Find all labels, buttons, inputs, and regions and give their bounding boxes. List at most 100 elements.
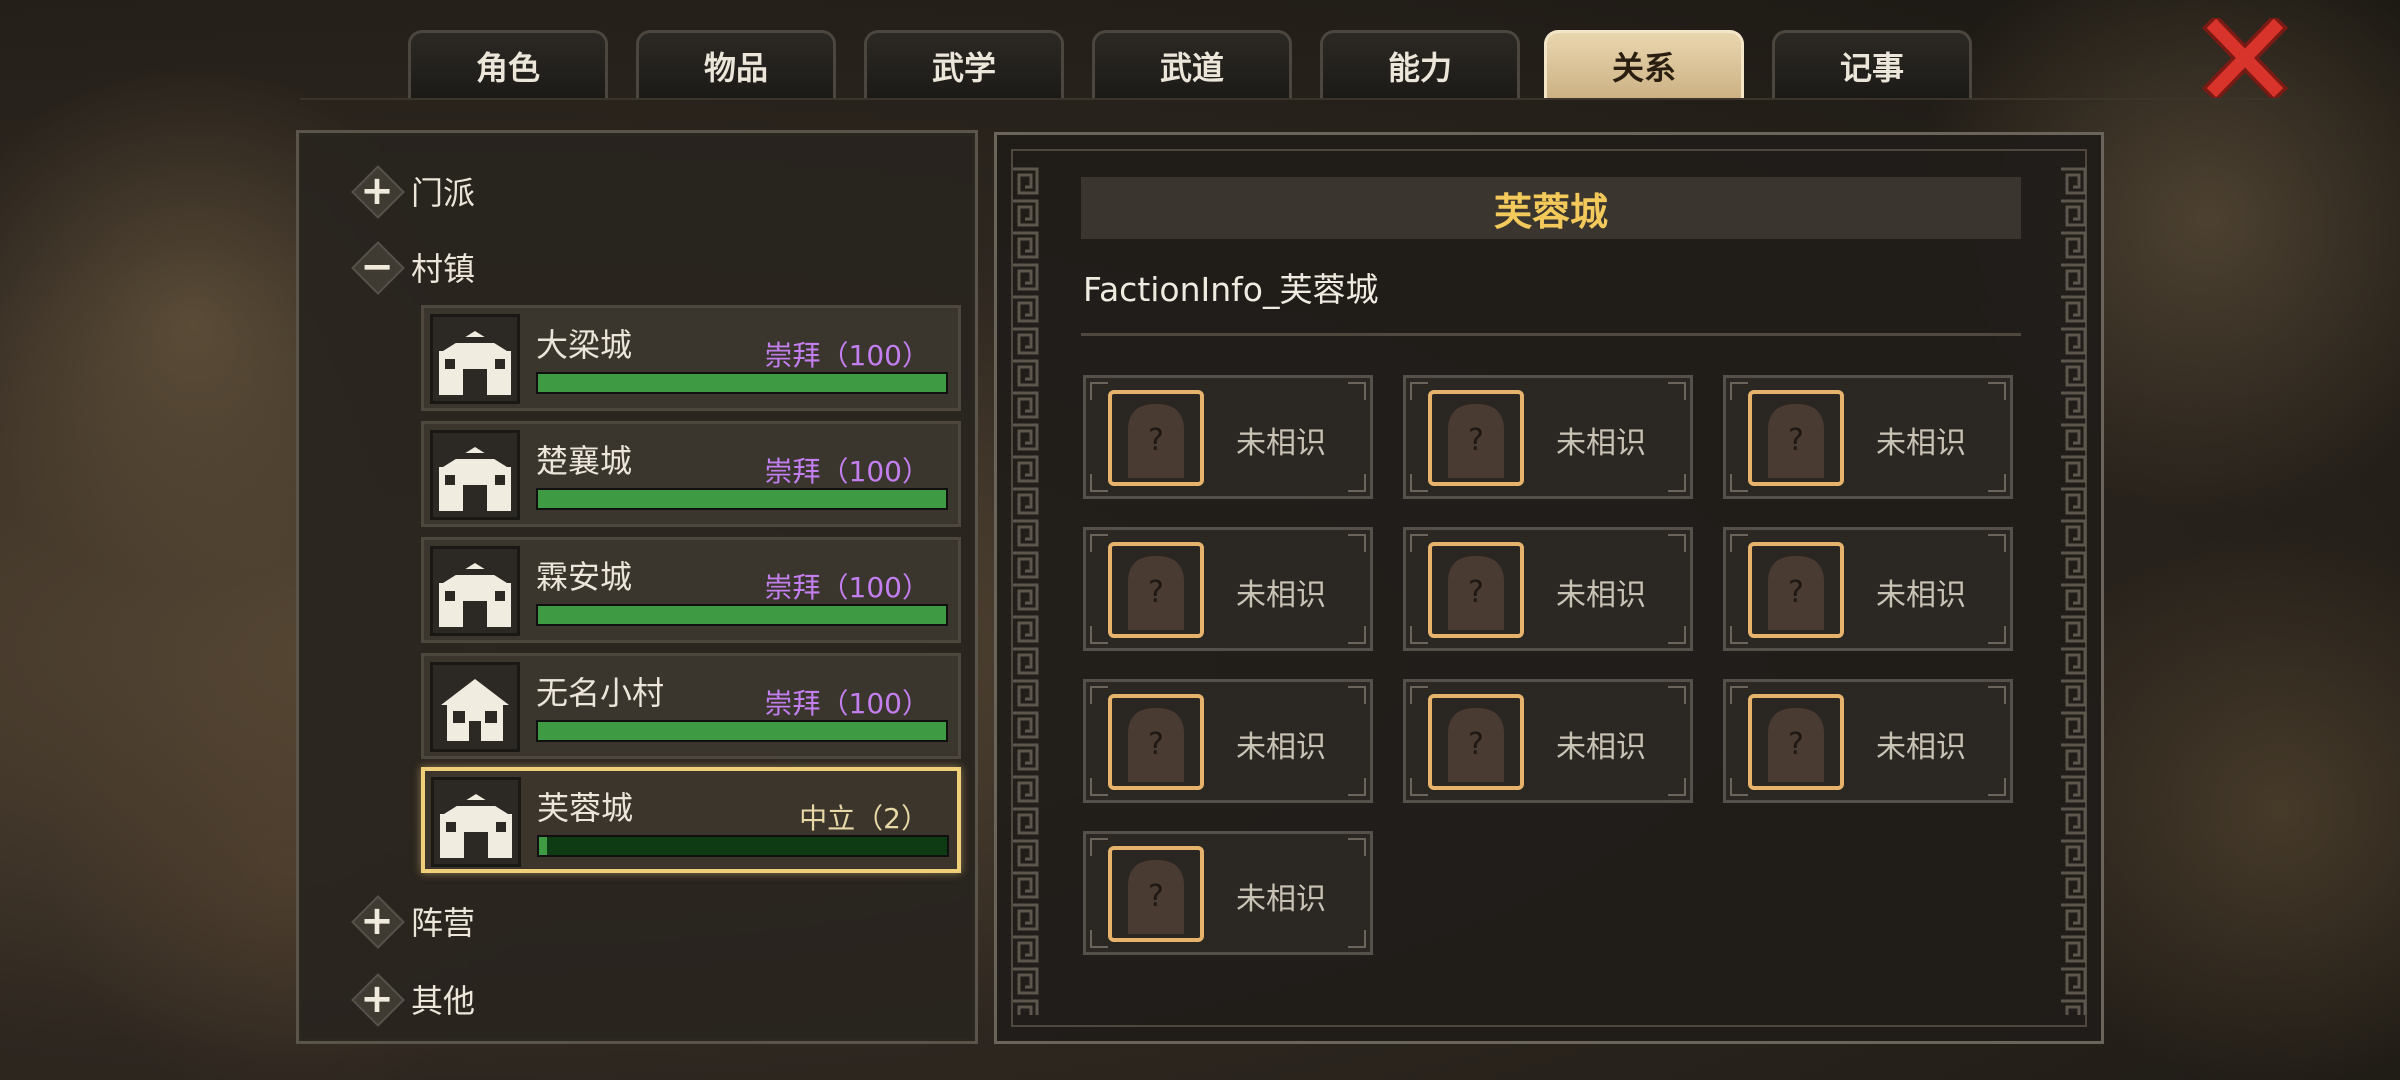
town-gate-icon (431, 777, 521, 867)
svg-text:?: ? (1788, 727, 1804, 762)
town-gate-icon (430, 314, 520, 404)
tab-bar-underline (300, 98, 2280, 100)
town-name: 大梁城 (536, 326, 633, 364)
member-status-label: 未相识 (1556, 578, 1646, 613)
member-status-label: 未相识 (1876, 730, 1966, 765)
card-corner (1348, 930, 1366, 948)
member-status-label: 未相识 (1236, 426, 1326, 461)
town-item-daliang[interactable]: 大梁城 崇拜（100） (421, 305, 961, 411)
category-others[interactable]: + 其他 (349, 969, 475, 1029)
town-name: 芙蓉城 (537, 789, 634, 827)
svg-text:?: ? (1148, 727, 1164, 762)
card-corner (1090, 382, 1108, 400)
category-sects[interactable]: + 门派 (349, 161, 475, 221)
close-icon (2201, 13, 2289, 103)
expand-icon: + (349, 971, 405, 1027)
member-card[interactable]: ? 未相识 (1403, 679, 1693, 803)
tab-character[interactable]: 角色 (408, 30, 608, 98)
member-status-label: 未相识 (1876, 578, 1966, 613)
card-corner (1348, 474, 1366, 492)
card-corner (1988, 474, 2006, 492)
member-card[interactable]: ? 未相识 (1403, 375, 1693, 499)
question-silhouette-icon: ? (1748, 390, 1844, 486)
divider (1081, 333, 2021, 336)
card-corner (1410, 474, 1428, 492)
card-corner (1988, 382, 2006, 400)
card-corner (1410, 778, 1428, 796)
faction-detail-panel: 芙蓉城 FactionInfo_芙蓉城 ? 未相识? 未相识? 未相识? 未相识? 未相识… (994, 132, 2104, 1044)
tab-martial-arts[interactable]: 武学 (864, 30, 1064, 98)
category-label: 其他 (411, 982, 476, 1020)
question-silhouette-icon: ? (1428, 694, 1524, 790)
faction-list-panel: + 门派 − 村镇 大梁城 崇拜（100） 楚襄城 崇拜（100） 霖安城 崇拜… (296, 130, 978, 1044)
card-corner (1410, 534, 1428, 552)
card-corner (1730, 626, 1748, 644)
svg-text:?: ? (1788, 575, 1804, 610)
card-corner (1090, 626, 1108, 644)
svg-text:?: ? (1788, 423, 1804, 458)
town-name: 无名小村 (536, 674, 665, 712)
member-card[interactable]: ? 未相识 (1723, 679, 2013, 803)
member-card[interactable]: ? 未相识 (1723, 375, 2013, 499)
town-item-nameless-village[interactable]: 无名小村 崇拜（100） (421, 653, 961, 759)
card-corner (1988, 686, 2006, 704)
collapse-icon: − (349, 239, 405, 295)
reputation-bar-fill (538, 490, 946, 508)
member-card[interactable]: ? 未相识 (1083, 375, 1373, 499)
tab-martial-way[interactable]: 武道 (1092, 30, 1292, 98)
member-card[interactable]: ? 未相识 (1403, 527, 1693, 651)
member-status-label: 未相识 (1556, 730, 1646, 765)
category-camps[interactable]: + 阵营 (349, 891, 475, 951)
card-corner (1348, 778, 1366, 796)
reputation-bar (536, 720, 948, 742)
tab-items[interactable]: 物品 (636, 30, 836, 98)
reputation-bar-fill (538, 606, 946, 624)
card-corner (1668, 686, 1686, 704)
member-card[interactable]: ? 未相识 (1723, 527, 2013, 651)
svg-text:?: ? (1468, 575, 1484, 610)
card-corner (1090, 778, 1108, 796)
reputation-bar-fill (538, 374, 946, 392)
card-corner (1730, 778, 1748, 796)
tab-abilities[interactable]: 能力 (1320, 30, 1520, 98)
reputation-status: 崇拜（100） (764, 571, 930, 604)
member-card[interactable]: ? 未相识 (1083, 831, 1373, 955)
reputation-bar (537, 835, 949, 857)
card-corner (1668, 626, 1686, 644)
card-corner (1730, 534, 1748, 552)
card-corner (1348, 838, 1366, 856)
question-silhouette-icon: ? (1428, 542, 1524, 638)
question-silhouette-icon: ? (1748, 542, 1844, 638)
svg-text:?: ? (1468, 423, 1484, 458)
town-item-chuxiang[interactable]: 楚襄城 崇拜（100） (421, 421, 961, 527)
town-item-furong[interactable]: 芙蓉城 中立（2） (421, 767, 961, 873)
card-corner (1090, 534, 1108, 552)
reputation-status: 崇拜（100） (764, 687, 930, 720)
card-corner (1410, 686, 1428, 704)
tab-relations[interactable]: 关系 (1544, 30, 1744, 98)
house-icon (430, 662, 520, 752)
reputation-bar (536, 372, 948, 394)
category-label: 门派 (411, 174, 476, 212)
question-silhouette-icon: ? (1108, 390, 1204, 486)
svg-text:?: ? (1148, 423, 1164, 458)
card-corner (1410, 382, 1428, 400)
category-towns[interactable]: − 村镇 (349, 237, 475, 297)
tab-journal[interactable]: 记事 (1772, 30, 1972, 98)
reputation-status: 崇拜（100） (764, 339, 930, 372)
member-card[interactable]: ? 未相识 (1083, 527, 1373, 651)
town-item-linan[interactable]: 霖安城 崇拜（100） (421, 537, 961, 643)
reputation-bar-fill (538, 722, 946, 740)
member-status-label: 未相识 (1236, 730, 1326, 765)
member-card[interactable]: ? 未相识 (1083, 679, 1373, 803)
question-silhouette-icon: ? (1108, 846, 1204, 942)
town-gate-icon (430, 546, 520, 636)
reputation-bar (536, 604, 948, 626)
fret-border-left (1009, 165, 1041, 1015)
close-button[interactable] (2200, 13, 2290, 103)
town-name: 霖安城 (536, 558, 633, 596)
reputation-status: 崇拜（100） (764, 455, 930, 488)
card-corner (1090, 838, 1108, 856)
card-corner (1730, 382, 1748, 400)
faction-info: FactionInfo_芙蓉城 (1083, 270, 1379, 309)
